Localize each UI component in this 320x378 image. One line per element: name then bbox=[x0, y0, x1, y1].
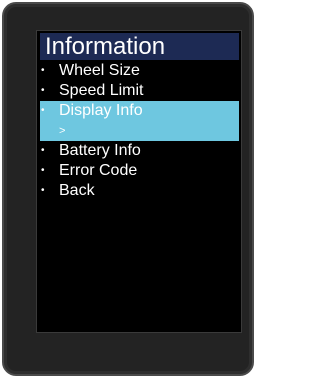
bullet-icon: • bbox=[41, 145, 45, 156]
menu-item-speed-limit[interactable]: • Speed Limit bbox=[37, 81, 241, 101]
screen-title: Information bbox=[40, 33, 239, 60]
lcd-screen: Information • Wheel Size • Speed Limit •… bbox=[36, 30, 242, 333]
menu-item-label: Speed Limit bbox=[59, 82, 144, 99]
menu-item-label: Wheel Size bbox=[59, 62, 140, 79]
bullet-icon: • bbox=[41, 85, 45, 96]
menu-item-battery-info[interactable]: • Battery Info bbox=[37, 141, 241, 161]
chevron-right-icon: > bbox=[59, 125, 66, 137]
menu-item-error-code[interactable]: • Error Code bbox=[37, 161, 241, 181]
bullet-icon: • bbox=[41, 105, 45, 116]
menu-item-display-info[interactable]: • Display Info > bbox=[40, 101, 239, 141]
menu-item-label: Error Code bbox=[59, 162, 138, 179]
menu-list: • Wheel Size • Speed Limit • Display Inf… bbox=[37, 61, 241, 201]
bullet-icon: • bbox=[41, 65, 45, 76]
menu-item-label: Battery Info bbox=[59, 142, 141, 159]
bullet-icon: • bbox=[41, 165, 45, 176]
menu-item-label: Back bbox=[59, 182, 95, 199]
menu-item-back[interactable]: • Back bbox=[37, 181, 241, 201]
bullet-icon: • bbox=[41, 185, 45, 196]
menu-item-label: Display Info bbox=[59, 102, 143, 119]
display-device: Information • Wheel Size • Speed Limit •… bbox=[2, 2, 254, 376]
menu-item-wheel-size[interactable]: • Wheel Size bbox=[37, 61, 241, 81]
